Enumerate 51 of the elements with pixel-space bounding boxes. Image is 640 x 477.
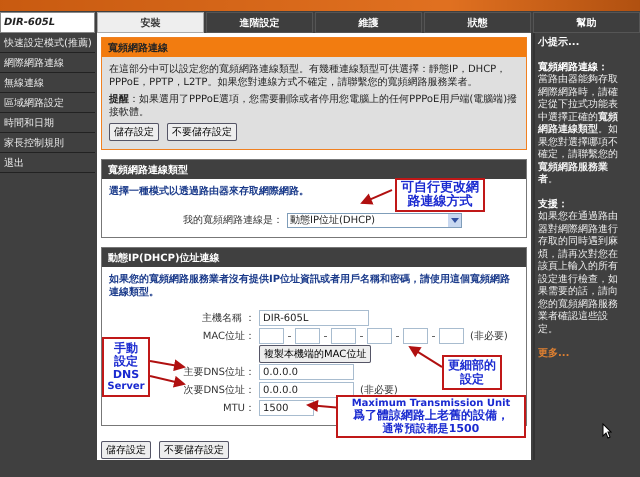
mac-field[interactable] — [367, 328, 392, 344]
mac-field[interactable] — [259, 328, 284, 344]
help-heading: 寬頻網路連線： — [538, 62, 609, 74]
instruction-text: 如果您的寬頻網路服務業者沒有提供IP位址資訊或者用戶名稱和密碼，請使用這個寬頻網路連線類型。 — [109, 273, 512, 300]
help-text: 當路由器能夠存取網際網路時，請確定從下拉式功能表中選擇正確的寬頻網路連線類型。如果您對選擇哪項不確定，請聯繫您的寬頻網路服務業者。 — [538, 74, 619, 187]
nav-tab[interactable]: 安裝 — [97, 12, 204, 34]
field-label: 次要DNS位址： — [183, 384, 255, 398]
section-title: 寬頻網路連線 — [102, 38, 526, 58]
intro-text: 在這部分中可以設定您的寬頻網路連線類型。有幾種連線類型可供選擇：靜態IP，DHCP，PPPoE，PPTP，L2TP。如果您對連線方式不確定，請聯繫您的寬頻網路服務業者。 — [109, 63, 508, 90]
optional-note: (非必要) — [360, 384, 398, 398]
arrow-drawing — [150, 375, 186, 388]
arrow-drawing — [360, 189, 392, 205]
help-text: 如果您在通過路由器對網際網路進行存取的同時遇到麻煩，請再次對您在該頁上輸入的所有設定進行檢查，如果需要的話，請向您的寬頻網路服務業者確認這些設定。 — [538, 211, 619, 336]
reminder-text: 提醒：如果選用了PPPoE選項，您需要刪除或者停用您電腦上的任何PPPoE用戶端(電腦端)撥接軟體。 — [109, 93, 518, 120]
arrow-drawing — [408, 346, 443, 368]
annotation-callout: 手動 設定 DNS Server — [102, 337, 150, 397]
dont-save-button[interactable]: 不要儲存設定 — [159, 441, 229, 460]
mac-field[interactable] — [403, 328, 428, 344]
save-button[interactable]: 儲存設定 — [101, 441, 151, 460]
field-label: 我的寬頻網路連線是： — [183, 214, 283, 228]
annotation-callout: 更細部的 設定 — [442, 355, 502, 390]
instruction-text: 選擇一種模式以透過路由器來存取網際網路。 — [109, 185, 309, 198]
annotation-callout: Maximum Transmission Unit 爲了體諒網路上老舊的設備， 通常預設都是1500 — [336, 395, 526, 438]
host-name-field[interactable]: DIR-605L — [259, 310, 369, 326]
caret-icon — [450, 218, 458, 223]
annotation-callout: 可自行更改網 路連線方式 — [395, 178, 485, 212]
dns-field[interactable]: 0.0.0.0 — [259, 364, 354, 380]
field-label: MTU： — [222, 402, 255, 416]
help-title: 小提示... — [538, 37, 580, 50]
mac-field[interactable] — [295, 328, 320, 344]
nav-tab[interactable]: 狀態 — [424, 12, 531, 34]
cursor-icon — [602, 422, 612, 439]
copy-mac-button[interactable]: 複製本機端的MAC位址 — [259, 345, 372, 364]
field-label: MAC位址： — [202, 330, 255, 344]
field-label: 主要DNS位址： — [183, 366, 255, 380]
nav-tab[interactable]: 進階設定 — [206, 12, 313, 34]
logo: DIR-605L — [0, 12, 95, 34]
nav-tab[interactable]: 維護 — [315, 12, 422, 34]
nav-tab[interactable]: 幫助 — [533, 12, 640, 34]
section-title: 動態IP(DHCP)位址連線 — [102, 248, 526, 268]
mtu-field[interactable]: 1500 — [259, 400, 314, 416]
optional-note: (非必要) — [470, 330, 508, 344]
mac-field[interactable] — [439, 328, 464, 344]
field-label: 主機名稱 ： — [202, 312, 255, 326]
save-button[interactable]: 儲存設定 — [109, 123, 159, 142]
more-link[interactable]: 更多... — [538, 348, 627, 361]
connection-type-dropdown[interactable]: 動態IP位址(DHCP) — [287, 212, 462, 228]
help-heading: 支援： — [538, 198, 569, 211]
mac-field[interactable] — [331, 328, 356, 344]
section-title: 寬頻網路連線類型 — [102, 160, 526, 180]
dont-save-button[interactable]: 不要儲存設定 — [167, 123, 237, 142]
